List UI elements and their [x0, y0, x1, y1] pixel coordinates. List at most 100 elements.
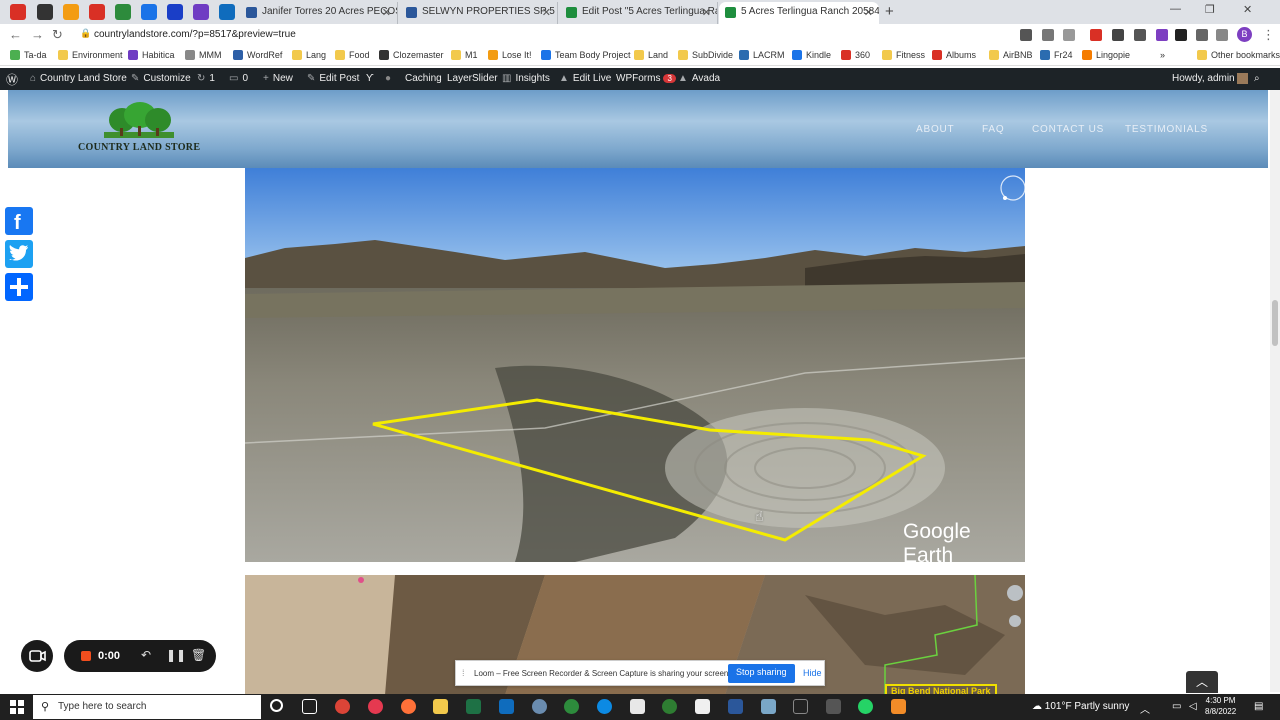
- extension-icon[interactable]: [1090, 29, 1102, 41]
- windows-start-icon[interactable]: [10, 700, 24, 714]
- wp-new-link[interactable]: + New: [263, 73, 293, 84]
- firefox-icon[interactable]: [401, 699, 416, 714]
- app-icon[interactable]: [532, 699, 547, 714]
- undo-icon[interactable]: ↶: [141, 648, 151, 662]
- wp-updates-link[interactable]: ↻ 1: [197, 73, 215, 84]
- pinned-tab[interactable]: [141, 4, 157, 20]
- bookmark-folder[interactable]: Lang: [292, 50, 326, 60]
- pinned-tab[interactable]: [193, 4, 209, 20]
- bookmark-item[interactable]: Clozemaster: [379, 50, 444, 60]
- minimize-icon[interactable]: —: [1170, 3, 1181, 15]
- back-icon[interactable]: ←: [9, 27, 22, 42]
- nav-about[interactable]: ABOUT: [916, 124, 954, 135]
- bookmark-item[interactable]: Albums: [932, 50, 976, 60]
- weather-widget[interactable]: ☁ 101°F Partly sunny: [1032, 701, 1129, 712]
- wp-wpforms-link[interactable]: WPForms 3: [616, 73, 676, 84]
- scroll-to-top-button[interactable]: ︿: [1186, 671, 1218, 693]
- bookmark-item[interactable]: Kindle: [792, 50, 831, 60]
- side-panel-icon[interactable]: [1216, 29, 1228, 41]
- outlook-icon[interactable]: [499, 699, 514, 714]
- reload-icon[interactable]: ↻: [52, 27, 63, 43]
- tray-overflow-icon[interactable]: ︿: [1140, 701, 1150, 716]
- wp-edit-post-link[interactable]: ✎ Edit Post: [307, 73, 359, 84]
- volume-icon[interactable]: ◁: [1189, 701, 1197, 712]
- close-tab-icon[interactable]: ✕: [864, 6, 873, 19]
- scrollbar-thumb[interactable]: [1272, 300, 1278, 346]
- word-icon[interactable]: [728, 699, 743, 714]
- bookmark-item[interactable]: MMM: [185, 50, 222, 60]
- notepad-icon[interactable]: [630, 699, 645, 714]
- chrome-icon[interactable]: [335, 699, 350, 714]
- bookmark-folder[interactable]: Other bookmarks: [1197, 50, 1280, 60]
- nav-contact-us[interactable]: CONTACT US: [1032, 124, 1104, 135]
- bookmark-folder[interactable]: AirBNB: [989, 50, 1033, 60]
- bookmark-folder[interactable]: M1: [451, 50, 478, 60]
- app-icon[interactable]: [662, 699, 677, 714]
- drag-handle-icon[interactable]: ⁞: [462, 668, 465, 678]
- taskbar-search-input[interactable]: ⚲ Type here to search: [33, 695, 261, 719]
- notifications-icon[interactable]: ▤: [1254, 701, 1263, 712]
- pinned-tab[interactable]: [89, 4, 105, 20]
- app-icon[interactable]: [761, 699, 776, 714]
- browser-tab[interactable]: SELWYN PROPERTIES SP 5 Acres ✕: [400, 2, 558, 24]
- pinned-tab[interactable]: [63, 4, 79, 20]
- app-icon[interactable]: [891, 699, 906, 714]
- bookmark-folder[interactable]: Environment: [58, 50, 123, 60]
- calculator-icon[interactable]: [826, 699, 841, 714]
- bookmark-folder[interactable]: Food: [335, 50, 370, 60]
- extensions-puzzle-icon[interactable]: [1196, 29, 1208, 41]
- bookmark-item[interactable]: WordRef: [233, 50, 282, 60]
- new-tab-button[interactable]: +: [885, 3, 894, 20]
- system-clock[interactable]: 4:30 PM 8/8/2022: [1205, 695, 1236, 717]
- nav-testimonials[interactable]: TESTIMONIALS: [1125, 124, 1208, 135]
- wp-site-link[interactable]: ⌂ Country Land Store: [30, 73, 127, 84]
- browser-tab[interactable]: Edit Post "5 Acres Terlingua Ranc ✕: [560, 2, 718, 24]
- nav-faq[interactable]: FAQ: [982, 124, 1004, 135]
- bookmarks-overflow[interactable]: »: [1160, 50, 1165, 60]
- app-icon[interactable]: [793, 699, 808, 714]
- wp-edit-live-link[interactable]: ▲ Edit Live: [559, 73, 611, 84]
- wp-insights-link[interactable]: ▥ Insights: [502, 73, 550, 84]
- network-icon[interactable]: ▭: [1172, 701, 1181, 712]
- task-view-icon[interactable]: [302, 699, 317, 714]
- pinned-tab[interactable]: [37, 4, 53, 20]
- pause-icon[interactable]: ❚❚: [166, 648, 186, 662]
- bookmark-item[interactable]: Fr24: [1040, 50, 1073, 60]
- wp-account-greeting[interactable]: Howdy, admin: [1172, 73, 1249, 84]
- pinned-tab[interactable]: [115, 4, 131, 20]
- bookmark-item[interactable]: Lingopie: [1082, 50, 1130, 60]
- app-icon[interactable]: [695, 699, 710, 714]
- bookmark-folder[interactable]: Land: [634, 50, 668, 60]
- forward-icon[interactable]: →: [31, 27, 44, 42]
- maps-icon[interactable]: [564, 699, 579, 714]
- yoast-icon[interactable]: Ƴ: [366, 73, 374, 84]
- share-more-button[interactable]: [5, 273, 33, 301]
- bookmark-star-icon[interactable]: [1063, 29, 1075, 41]
- pinned-tab[interactable]: [167, 4, 183, 20]
- bookmark-item[interactable]: LACRM: [739, 50, 785, 60]
- profile-avatar[interactable]: B: [1237, 27, 1252, 42]
- facebook-share-button[interactable]: f: [5, 207, 33, 235]
- cortana-icon[interactable]: [270, 699, 283, 712]
- menu-kebab-icon[interactable]: ⋮: [1262, 27, 1275, 43]
- close-tab-icon[interactable]: ✕: [542, 6, 551, 19]
- bookmark-item[interactable]: 360: [841, 50, 870, 60]
- search-icon[interactable]: ⌕: [1254, 73, 1260, 84]
- cast-icon[interactable]: [1020, 29, 1032, 41]
- app-icon[interactable]: [368, 699, 383, 714]
- hide-button[interactable]: Hide: [803, 668, 822, 678]
- edge-icon[interactable]: [597, 699, 612, 714]
- wordpress-logo-icon[interactable]: Ⓦ: [6, 71, 18, 88]
- trash-icon[interactable]: 🗑: [191, 648, 206, 662]
- bookmark-item[interactable]: Habitica: [128, 50, 175, 60]
- loom-camera-button[interactable]: [21, 640, 53, 672]
- logo-trees-icon[interactable]: [104, 102, 174, 142]
- pinned-tab[interactable]: [10, 4, 26, 20]
- close-tab-icon[interactable]: ✕: [382, 6, 391, 19]
- stop-recording-button[interactable]: [81, 651, 91, 661]
- share-icon[interactable]: [1042, 29, 1054, 41]
- bookmark-item[interactable]: Ta-da: [10, 50, 47, 60]
- extension-icon[interactable]: [1112, 29, 1124, 41]
- close-window-icon[interactable]: ✕: [1243, 3, 1252, 16]
- bookmark-item[interactable]: Team Body Project: [541, 50, 631, 60]
